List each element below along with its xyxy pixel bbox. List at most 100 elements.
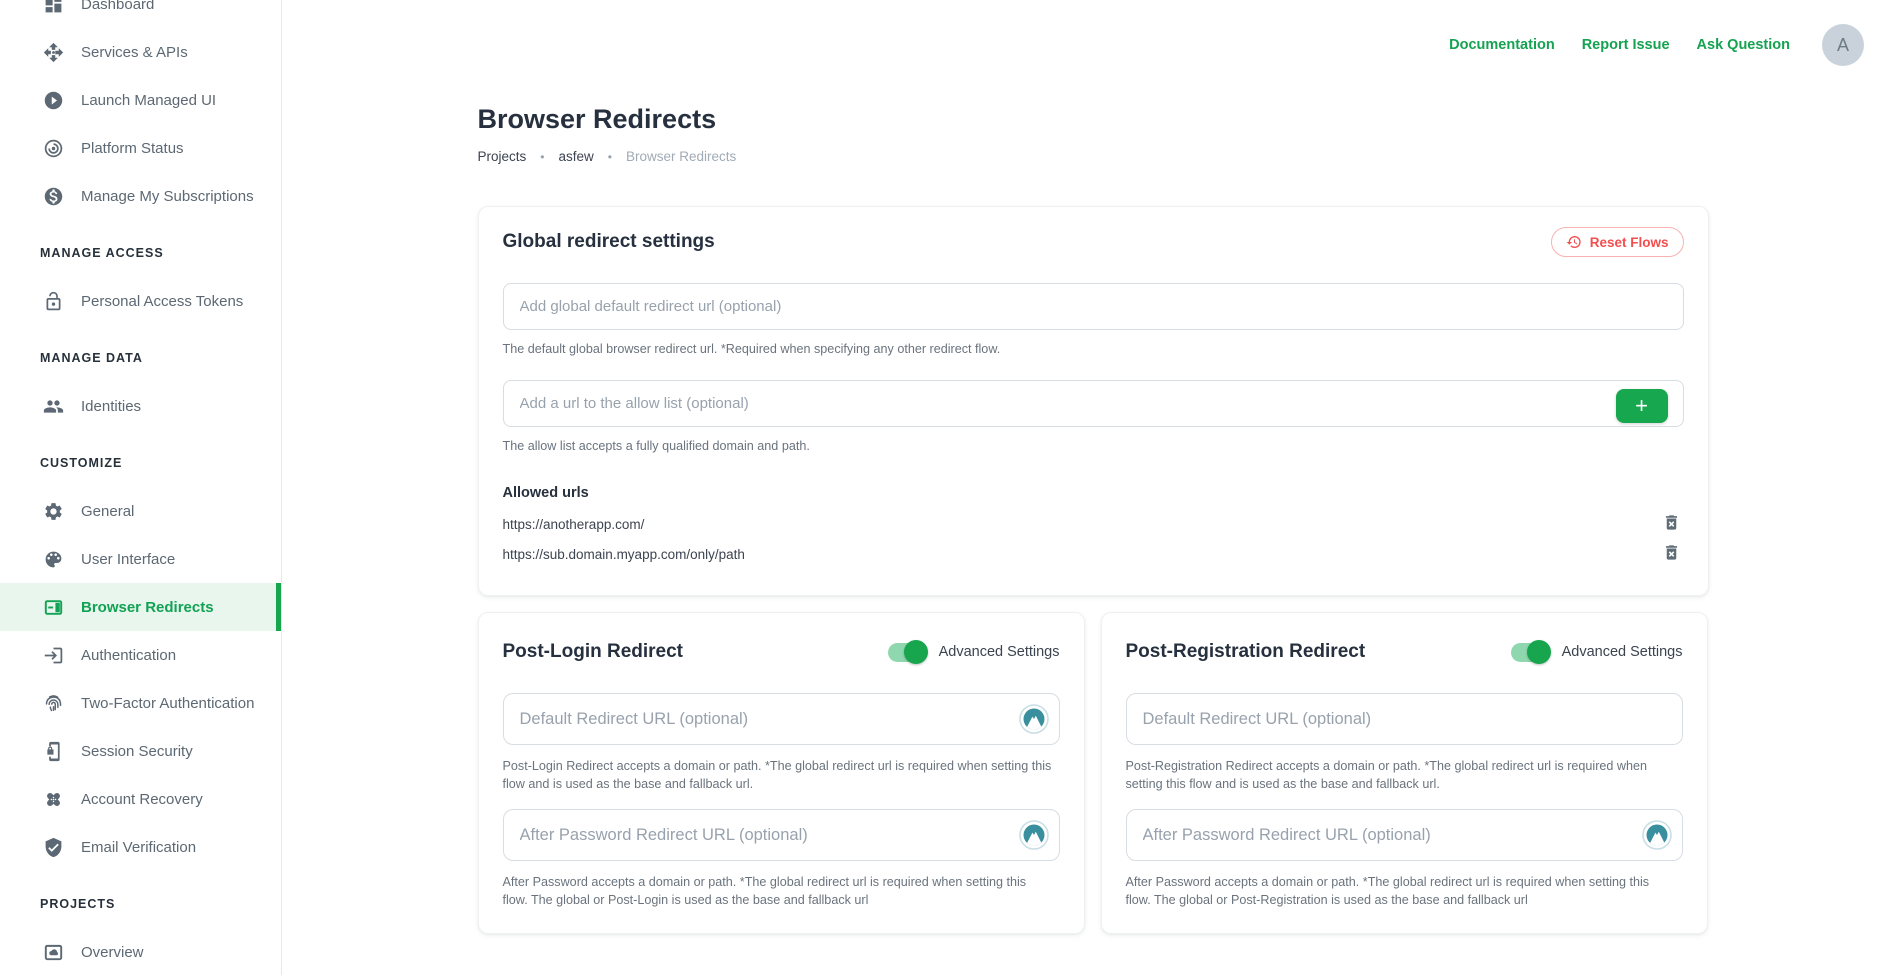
- breadcrumb-separator: •: [540, 150, 544, 164]
- breadcrumb-current: Browser Redirects: [626, 149, 736, 164]
- avatar[interactable]: A: [1822, 24, 1864, 66]
- sidebar-nav: Dashboard Services & APIs Launch Managed…: [0, 0, 281, 975]
- sidebar-item-label: Overview: [81, 944, 144, 961]
- post-login-default-help: Post-Login Redirect accepts a domain or …: [503, 757, 1055, 793]
- toggle-knob: [904, 640, 928, 664]
- post-login-advanced-label: Advanced Settings: [939, 644, 1060, 660]
- sidebar-item-general[interactable]: General: [0, 487, 281, 535]
- reset-flows-button[interactable]: Reset Flows: [1551, 227, 1684, 257]
- browser-window-icon: [42, 596, 64, 618]
- allow-list-wrap: +: [503, 380, 1684, 427]
- delete-url-button[interactable]: [1660, 512, 1684, 536]
- fingerprint-icon: [42, 692, 64, 714]
- allow-list-input[interactable]: [503, 380, 1684, 427]
- post-registration-default-help: Post-Registration Redirect accepts a dom…: [1126, 757, 1678, 793]
- platform-status-icon: [42, 137, 64, 159]
- add-url-button[interactable]: +: [1616, 389, 1668, 423]
- post-registration-after-password-help: After Password accepts a domain or path.…: [1126, 873, 1678, 909]
- sidebar-item-label: Email Verification: [81, 839, 196, 856]
- post-login-after-password-wrap: [503, 809, 1060, 861]
- allowed-url-row: https://sub.domain.myapp.com/only/path: [503, 539, 1684, 569]
- ask-question-link[interactable]: Ask Question: [1697, 37, 1790, 53]
- shield-check-icon: [42, 836, 64, 858]
- report-issue-link[interactable]: Report Issue: [1582, 37, 1670, 53]
- trash-icon: [1662, 513, 1681, 535]
- allow-list-help: The allow list accepts a fully qualified…: [503, 437, 1684, 455]
- palette-icon: [42, 548, 64, 570]
- dashboard-icon: [42, 0, 64, 15]
- main-area: Documentation Report Issue Ask Question …: [282, 0, 1904, 975]
- global-default-redirect-help: The default global browser redirect url.…: [503, 340, 1684, 358]
- history-icon: [1566, 234, 1582, 250]
- davinci-flow-icon: [1019, 820, 1049, 850]
- dollar-circle-icon: [42, 185, 64, 207]
- reset-flows-label: Reset Flows: [1590, 235, 1669, 250]
- global-redirect-settings-card: Global redirect settings Reset Flows The…: [478, 206, 1709, 596]
- trash-icon: [1662, 543, 1681, 565]
- allowed-url-text: https://sub.domain.myapp.com/only/path: [503, 547, 745, 562]
- sidebar-item-label: Launch Managed UI: [81, 92, 216, 109]
- delete-url-button[interactable]: [1660, 542, 1684, 566]
- overview-image-icon: [42, 941, 64, 963]
- post-login-after-password-input[interactable]: [503, 809, 1060, 861]
- davinci-flow-icon: [1642, 820, 1672, 850]
- post-registration-default-wrap: [1126, 693, 1683, 745]
- post-registration-advanced-toggle[interactable]: [1511, 643, 1549, 662]
- post-registration-default-input[interactable]: [1126, 693, 1683, 745]
- sidebar-item-label: Dashboard: [81, 0, 154, 13]
- page-title: Browser Redirects: [478, 104, 1709, 135]
- post-registration-after-password-wrap: [1126, 809, 1683, 861]
- plus-icon: +: [1635, 393, 1648, 418]
- sidebar-item-manage-subscriptions[interactable]: Manage My Subscriptions: [0, 172, 281, 220]
- post-registration-title: Post-Registration Redirect: [1126, 641, 1511, 663]
- sidebar-section-projects: PROJECTS: [0, 880, 281, 928]
- sidebar-item-label: Platform Status: [81, 140, 184, 157]
- services-apis-icon: [42, 41, 64, 63]
- sidebar-item-dashboard[interactable]: Dashboard: [0, 0, 281, 28]
- sidebar-item-label: General: [81, 503, 134, 520]
- sidebar-item-label: Manage My Subscriptions: [81, 188, 254, 205]
- sidebar-item-user-interface[interactable]: User Interface: [0, 535, 281, 583]
- documentation-link[interactable]: Documentation: [1449, 37, 1555, 53]
- global-card-header: Global redirect settings Reset Flows: [503, 227, 1684, 257]
- sidebar-item-platform-status[interactable]: Platform Status: [0, 124, 281, 172]
- sidebar-item-account-recovery[interactable]: Account Recovery: [0, 775, 281, 823]
- bandage-icon: [42, 788, 64, 810]
- breadcrumb-separator: •: [608, 150, 612, 164]
- sidebar-item-identities[interactable]: Identities: [0, 382, 281, 430]
- sidebar-item-email-verification[interactable]: Email Verification: [0, 823, 281, 871]
- post-registration-redirect-card: Post-Registration Redirect Advanced Sett…: [1101, 612, 1708, 934]
- login-icon: [42, 644, 64, 666]
- flow-cards-row: Post-Login Redirect Advanced Settings Po…: [478, 612, 1709, 934]
- post-login-advanced-toggle[interactable]: [888, 643, 926, 662]
- global-card-title: Global redirect settings: [503, 231, 1551, 253]
- sidebar-item-launch-managed-ui[interactable]: Launch Managed UI: [0, 76, 281, 124]
- sidebar-item-browser-redirects[interactable]: Browser Redirects: [0, 583, 281, 631]
- sidebar-item-label: Personal Access Tokens: [81, 293, 243, 310]
- sidebar-item-label: Authentication: [81, 647, 176, 664]
- post-login-header: Post-Login Redirect Advanced Settings: [503, 637, 1060, 667]
- sidebar-item-label: User Interface: [81, 551, 175, 568]
- post-login-default-input[interactable]: [503, 693, 1060, 745]
- breadcrumb-project-name[interactable]: asfew: [558, 149, 593, 164]
- sidebar-item-label: Account Recovery: [81, 791, 203, 808]
- sidebar-section-manage-access: MANAGE ACCESS: [0, 229, 281, 277]
- post-registration-after-password-input[interactable]: [1126, 809, 1683, 861]
- gear-icon: [42, 500, 64, 522]
- post-login-default-wrap: [503, 693, 1060, 745]
- post-registration-header: Post-Registration Redirect Advanced Sett…: [1126, 637, 1683, 667]
- sidebar-item-label: Two-Factor Authentication: [81, 695, 254, 712]
- breadcrumb-projects[interactable]: Projects: [478, 149, 527, 164]
- global-default-redirect-input[interactable]: [503, 283, 1684, 330]
- sidebar-item-services-apis[interactable]: Services & APIs: [0, 28, 281, 76]
- sidebar-item-two-factor[interactable]: Two-Factor Authentication: [0, 679, 281, 727]
- sidebar-item-session-security[interactable]: Session Security: [0, 727, 281, 775]
- allowed-urls-list: https://anotherapp.com/ https://sub.doma…: [503, 509, 1684, 569]
- sidebar-item-authentication[interactable]: Authentication: [0, 631, 281, 679]
- lock-open-icon: [42, 290, 64, 312]
- sidebar-item-label: Session Security: [81, 743, 193, 760]
- sidebar-item-overview[interactable]: Overview: [0, 928, 281, 975]
- sidebar-item-label: Browser Redirects: [81, 599, 214, 616]
- sidebar-item-personal-access-tokens[interactable]: Personal Access Tokens: [0, 277, 281, 325]
- play-circle-icon: [42, 89, 64, 111]
